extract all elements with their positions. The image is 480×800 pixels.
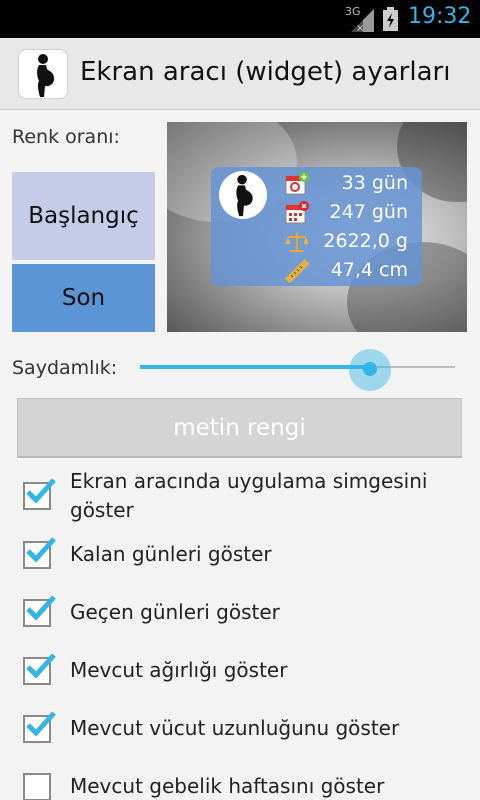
option-label: Kalan günleri göster [70, 542, 272, 566]
network-signal-icon: 3G × [345, 5, 375, 33]
option-show-remaining-days[interactable]: Kalan günleri göster [0, 537, 480, 578]
status-bar: 3G × 19:32 [0, 0, 480, 38]
option-label: Ekran aracında uygulama simgesini göster [70, 469, 428, 522]
widget-preview: 33 gün 247 gün 2622,0 g 47,4 cm [211, 167, 422, 286]
checkmark-icon [26, 653, 56, 679]
current-length-value: 47,4 cm [330, 259, 408, 281]
action-bar: Ekran aracı (widget) ayarları [0, 38, 480, 110]
option-label: Mevcut ağırlığı göster [70, 658, 288, 682]
checkbox[interactable] [23, 537, 56, 569]
checkbox[interactable] [23, 478, 56, 510]
option-show-current-weight[interactable]: Mevcut ağırlığı göster [0, 653, 480, 694]
svg-text:×: × [356, 23, 364, 33]
transparency-label: Saydamlık: [12, 357, 118, 379]
text-color-button[interactable]: metin rengi [17, 398, 462, 458]
scale-icon [285, 230, 309, 254]
status-time: 19:32 [408, 4, 472, 29]
option-label: Geçen günleri göster [70, 600, 280, 624]
option-show-elapsed-days[interactable]: Geçen günleri göster [0, 595, 480, 636]
option-show-current-length[interactable]: Mevcut vücut uzunluğunu göster [0, 711, 480, 752]
checkbox[interactable] [23, 711, 56, 743]
checkbox[interactable] [23, 595, 56, 627]
transparency-slider-fill [140, 365, 370, 369]
current-weight-value: 2622,0 g [323, 230, 408, 252]
checkmark-icon [26, 711, 56, 737]
battery-charging-icon [383, 7, 398, 31]
pregnant-woman-icon[interactable] [18, 49, 68, 99]
checkmark-icon [26, 595, 56, 621]
calendar-minus-icon [285, 201, 309, 225]
checkmark-icon [26, 478, 56, 504]
page-title: Ekran aracı (widget) ayarları [80, 57, 451, 87]
ruler-icon [284, 258, 310, 284]
color-ratio-label: Renk oranı: [12, 126, 120, 148]
calendar-plus-icon [285, 172, 309, 196]
remaining-days-value: 33 gün [341, 172, 408, 194]
checkbox[interactable] [23, 653, 56, 685]
elapsed-days-value: 247 gün [329, 201, 408, 223]
start-color-button[interactable]: Başlangıç [12, 172, 155, 260]
option-show-app-icon[interactable]: Ekran aracında uygulama simgesini göster [0, 469, 480, 532]
checkbox[interactable] [23, 773, 51, 800]
pregnant-woman-icon [219, 171, 267, 219]
option-show-pregnancy-week[interactable]: Mevcut gebelik haftasını göster [0, 770, 480, 800]
option-label: Mevcut vücut uzunluğunu göster [70, 716, 400, 740]
option-label: Mevcut gebelik haftasını göster [70, 774, 385, 798]
transparency-slider-thumb[interactable] [362, 362, 377, 376]
end-color-button[interactable]: Son [12, 264, 155, 332]
checkmark-icon [26, 537, 56, 563]
